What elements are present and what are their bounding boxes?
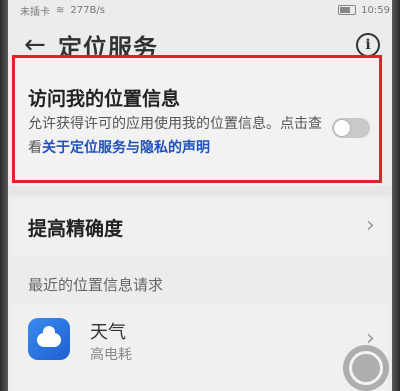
floating-navigation-button[interactable] <box>343 345 389 391</box>
recent-requests-header: 最近的位置信息请求 <box>28 276 164 294</box>
section-divider <box>0 186 400 196</box>
cloud-icon <box>37 326 61 347</box>
bezel-left <box>0 0 8 391</box>
status-bar: 未插卡 ≋ 277B/s 10:59 <box>20 0 390 20</box>
accuracy-label: 提高精确度 <box>28 218 124 240</box>
highlight-frame <box>12 55 382 183</box>
clock: 10:59 <box>361 4 390 16</box>
bezel-right <box>392 0 400 391</box>
chevron-right-icon: › <box>366 213 375 238</box>
info-icon[interactable]: i <box>356 33 380 57</box>
battery-icon <box>338 5 357 15</box>
ring-icon <box>349 351 383 385</box>
app-name: 天气 <box>90 322 126 343</box>
phone-screen: 未插卡 ≋ 277B/s 10:59 ← 定位服务 i 访问我的位置信息 允许获… <box>0 0 400 391</box>
app-usage: 高电耗 <box>90 347 132 363</box>
network-speed: 277B/s <box>70 4 105 16</box>
carrier-label: 未插卡 <box>20 6 50 18</box>
weather-icon <box>28 318 70 360</box>
wifi-icon: ≋ <box>56 4 65 16</box>
